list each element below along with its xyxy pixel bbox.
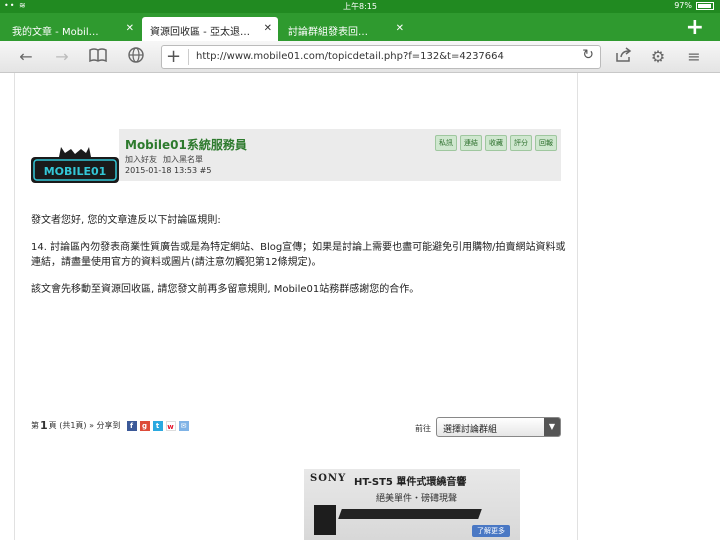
soundbar-image <box>338 509 482 519</box>
close-icon[interactable]: ✕ <box>396 23 404 34</box>
menu-icon[interactable]: ≡ <box>684 47 704 67</box>
battery-percent: 97% <box>674 1 692 10</box>
browser-toolbar: ← → + http://www.mobile01.com/topicdetai… <box>0 41 720 73</box>
share-buttons: f g t w ✉ <box>126 420 189 431</box>
ad-brand: SONY <box>310 473 347 484</box>
email-icon[interactable]: ✉ <box>178 420 189 431</box>
post-date: 2015-01-18 13:53 <box>125 166 198 175</box>
share-icon[interactable] <box>614 47 634 67</box>
gear-icon[interactable]: ⚙ <box>648 47 668 67</box>
post-paragraph: 該文會先移動至資源回收區, 請您發文前再多留意規則, Mobile01站務群感謝… <box>31 284 420 295</box>
close-icon[interactable]: ✕ <box>126 23 134 34</box>
tab-label: 資源回收區 - 亞太退… <box>150 27 250 38</box>
ad-more-button[interactable]: 了解更多 <box>472 525 510 537</box>
reload-icon[interactable]: ↻ <box>582 47 594 63</box>
pager: 第 1 頁 (共1頁) » 分享到 f g t w ✉ <box>31 419 189 432</box>
globe-icon[interactable] <box>126 47 146 67</box>
post-paragraph: 發文者您好, 您的文章違反以下討論區規則: <box>31 215 221 226</box>
page-number[interactable]: 1 <box>40 419 48 432</box>
post-paragraph: 14. 討論區內勿發表商業性質廣告或是為特定網站、Blog宣傳；如果是討論上需要… <box>31 242 566 268</box>
twitter-icon[interactable]: t <box>152 420 163 431</box>
group-select[interactable]: 選擇討論群組 ▼ <box>436 417 561 437</box>
new-tab-plus-icon[interactable]: + <box>686 15 704 40</box>
goto-label: 前往 <box>415 424 431 433</box>
blacklist-link[interactable]: 加入黑名單 <box>163 155 203 164</box>
post-actions: 私訊 連結 收藏 評分 回報 <box>435 135 557 151</box>
clock: 上午8:15 <box>343 2 377 11</box>
tab-bar: 我的文章 - Mobil… ✕ 資源回收區 - 亞太退… ✕ 討論群組發表回… … <box>0 13 720 41</box>
url-text[interactable]: http://www.mobile01.com/topicdetail.php?… <box>196 51 504 62</box>
link-button[interactable]: 連結 <box>460 135 482 151</box>
forward-arrow-icon[interactable]: → <box>52 47 72 67</box>
bookmarks-book-icon[interactable] <box>88 47 108 67</box>
address-bar[interactable]: + http://www.mobile01.com/topicdetail.ph… <box>161 45 601 69</box>
tab-recycle[interactable]: 資源回收區 - 亞太退… ✕ <box>142 17 278 41</box>
dropdown-arrow-icon[interactable]: ▼ <box>544 418 560 436</box>
favorite-button[interactable]: 收藏 <box>485 135 507 151</box>
sony-ad-banner[interactable]: SONY HT-ST5 單件式環繞音響 絕美單件・磅礡現聲 了解更多 <box>304 469 520 540</box>
close-icon[interactable]: ✕ <box>264 23 272 34</box>
status-bar: •• ≋ 上午8:15 97% <box>0 0 720 13</box>
avatar: MOBILE01 <box>31 143 119 185</box>
tab-my-articles[interactable]: 我的文章 - Mobil… ✕ <box>4 17 140 41</box>
post-body: 發文者您好, 您的文章違反以下討論區規則: 14. 討論區內勿發表商業性質廣告或… <box>31 213 571 309</box>
back-arrow-icon[interactable]: ← <box>16 47 36 67</box>
message-button[interactable]: 私訊 <box>435 135 457 151</box>
battery-icon <box>696 1 714 10</box>
group-select-value: 選擇討論群組 <box>443 425 498 435</box>
tab-group-reply[interactable]: 討論群組發表回… ✕ <box>280 17 410 41</box>
rate-button[interactable]: 評分 <box>510 135 532 151</box>
post-number[interactable]: #5 <box>200 166 212 175</box>
avatar-logo-text: MOBILE01 <box>44 165 107 178</box>
ad-tagline: 絕美單件・磅礡現聲 <box>376 494 458 504</box>
add-bookmark-plus-icon[interactable]: + <box>166 47 181 67</box>
weibo-icon[interactable]: w <box>165 420 176 431</box>
add-friend-link[interactable]: 加入好友 <box>125 155 157 164</box>
tab-label: 我的文章 - Mobil… <box>12 27 99 38</box>
post-username[interactable]: Mobile01系統服務員 <box>125 136 247 153</box>
report-button[interactable]: 回報 <box>535 135 557 151</box>
google-plus-icon[interactable]: g <box>139 420 150 431</box>
web-page: Mobile01系統服務員 加入好友 加入黑名單 2015-01-18 13:53… <box>0 73 720 540</box>
facebook-icon[interactable]: f <box>126 420 137 431</box>
ad-model: HT-ST5 單件式環繞音響 <box>354 477 467 488</box>
tab-label: 討論群組發表回… <box>288 27 368 38</box>
post-header: Mobile01系統服務員 加入好友 加入黑名單 2015-01-18 13:53… <box>119 129 561 181</box>
subwoofer-image <box>314 505 336 535</box>
content-column: Mobile01系統服務員 加入好友 加入黑名單 2015-01-18 13:53… <box>14 73 578 540</box>
share-label: 分享到 <box>96 421 121 430</box>
